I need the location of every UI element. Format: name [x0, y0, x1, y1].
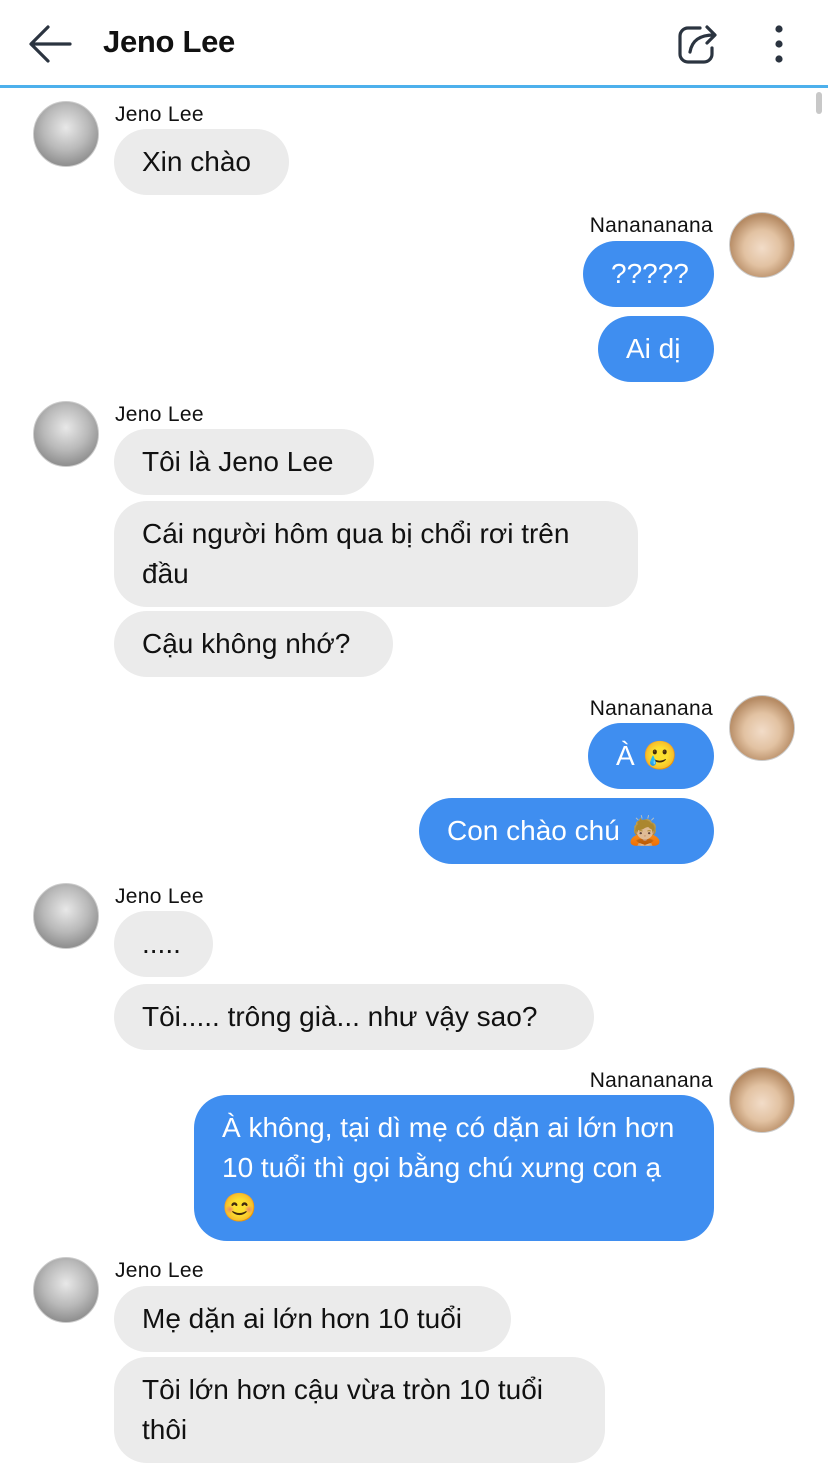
message-bubble-received[interactable]: Tôi lớn hơn cậu vừa tròn 10 tuổi thôi	[114, 1357, 605, 1463]
avatar-jeno-lee[interactable]	[33, 883, 99, 949]
more-vertical-icon[interactable]	[762, 20, 796, 68]
message-bubble-received[interactable]: .....	[114, 911, 213, 977]
message-bubble-received[interactable]: Tôi là Jeno Lee	[114, 429, 374, 495]
avatar-nanananana[interactable]	[729, 1067, 795, 1133]
message-bubble-sent[interactable]: Ai dị	[598, 316, 714, 382]
avatar-jeno-lee[interactable]	[33, 401, 99, 467]
message-bubble-received[interactable]: Tôi..... trông già... như vậy sao?	[114, 984, 594, 1050]
message-bubble-sent[interactable]: ?????	[583, 241, 714, 307]
conversation-title: Jeno Lee	[103, 24, 235, 59]
avatar-jeno-lee[interactable]	[33, 101, 99, 167]
sender-name: Nanananana	[589, 1069, 713, 1092]
avatar-jeno-lee[interactable]	[33, 1257, 99, 1323]
sender-name: Nanananana	[589, 214, 713, 237]
message-bubble-sent[interactable]: À không, tại dì mẹ có dặn ai lớn hơn 10 …	[194, 1095, 714, 1241]
back-arrow-icon[interactable]	[26, 22, 74, 66]
message-bubble-sent[interactable]: À 🥲	[588, 723, 714, 789]
sender-name: Jeno Lee	[115, 885, 204, 908]
message-bubble-received[interactable]: Xin chào	[114, 129, 289, 195]
share-icon[interactable]	[674, 20, 722, 68]
sender-name: Jeno Lee	[115, 1259, 204, 1282]
message-bubble-received[interactable]: Mẹ dặn ai lớn hơn 10 tuổi	[114, 1286, 511, 1352]
sender-name: Nanananana	[589, 697, 713, 720]
sender-name: Jeno Lee	[115, 103, 204, 126]
message-bubble-received[interactable]: Cái người hôm qua bị chổi rơi trên đầu	[114, 501, 638, 607]
chat-header: Jeno Lee	[0, 0, 828, 88]
avatar-nanananana[interactable]	[729, 695, 795, 761]
scrollbar[interactable]	[816, 92, 822, 114]
message-bubble-received[interactable]: Cậu không nhớ?	[114, 611, 393, 677]
avatar-nanananana[interactable]	[729, 212, 795, 278]
sender-name: Jeno Lee	[115, 403, 204, 426]
message-bubble-sent[interactable]: Con chào chú 🙇🏼	[419, 798, 714, 864]
